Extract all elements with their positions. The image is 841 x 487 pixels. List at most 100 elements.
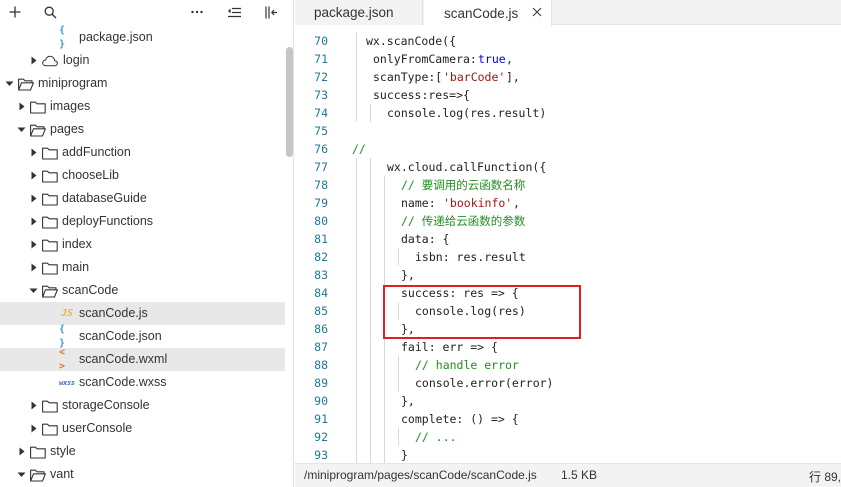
chevron-right-icon[interactable] xyxy=(17,447,26,456)
code-line[interactable]: 78 // 要调用的云函数名称 xyxy=(295,176,841,194)
chevron-right-icon[interactable] xyxy=(29,263,38,272)
indent-guide xyxy=(384,410,385,428)
indent-guide xyxy=(384,194,385,212)
explorer-scrollbar[interactable] xyxy=(286,47,293,157)
file-explorer: { } package.json login miniprogram images pag… xyxy=(0,0,294,487)
chevron-right-icon[interactable] xyxy=(17,102,26,111)
tree-item[interactable]: { } scanCode.json xyxy=(0,324,285,349)
chevron-down-icon[interactable] xyxy=(29,286,38,295)
indent-guide xyxy=(356,392,357,410)
sidebar-toggle-icon[interactable] xyxy=(262,3,280,21)
close-icon[interactable] xyxy=(531,6,543,18)
line-number: 84 xyxy=(314,286,328,300)
tree-item[interactable]: databaseGuide xyxy=(0,187,285,210)
tree-item-label: index xyxy=(62,237,92,251)
collapse-all-icon[interactable] xyxy=(225,3,243,21)
tab-scancode-js[interactable]: scanCode.js xyxy=(424,0,552,26)
code-comment: // 传递给云函数的参数 xyxy=(401,214,526,228)
folder-icon xyxy=(42,146,58,160)
code-line[interactable]: 92 // ... xyxy=(295,428,841,446)
indent-guide xyxy=(384,392,385,410)
indent-guide xyxy=(356,266,357,284)
plus-icon[interactable] xyxy=(6,3,24,21)
tab-package-json[interactable]: package.json xyxy=(295,0,423,25)
code-line[interactable]: 90}, xyxy=(295,392,841,410)
json-file-icon: { } xyxy=(59,324,66,349)
tree-item[interactable]: style xyxy=(0,440,285,463)
code-comment: // xyxy=(352,142,366,156)
indent-guide xyxy=(356,356,357,374)
code-line[interactable]: 81 data: { xyxy=(295,230,841,248)
indent-guide xyxy=(356,248,357,266)
tree-item[interactable]: vant xyxy=(0,463,285,486)
code-token: , xyxy=(506,52,513,66)
tree-item[interactable]: pages xyxy=(0,118,285,141)
tree-item[interactable]: storageConsole xyxy=(0,394,285,417)
chevron-down-icon[interactable] xyxy=(17,470,26,479)
indent-guide xyxy=(384,446,385,463)
chevron-right-icon[interactable] xyxy=(29,171,38,180)
tree-item[interactable]: deployFunctions xyxy=(0,210,285,233)
chevron-right-icon[interactable] xyxy=(29,217,38,226)
tree-item[interactable]: wxss scanCode.wxss xyxy=(0,371,285,394)
chevron-right-icon[interactable] xyxy=(29,240,38,249)
tree-item-label: scanCode.json xyxy=(79,329,162,343)
search-icon[interactable] xyxy=(41,3,59,21)
tree-item[interactable]: addFunction xyxy=(0,141,285,164)
line-number: 70 xyxy=(314,34,328,48)
annotation-highlight-box xyxy=(383,285,581,339)
code-line[interactable]: 82 isbn: res.result xyxy=(295,248,841,266)
chevron-right-icon[interactable] xyxy=(29,424,38,433)
tree-item[interactable]: { } package.json xyxy=(0,25,285,50)
code-line[interactable]: 73 success:res=>{ xyxy=(295,86,841,104)
tree-item[interactable]: chooseLib xyxy=(0,164,285,187)
chevron-right-icon[interactable] xyxy=(29,148,38,157)
code-token: wx.scanCode({ xyxy=(366,34,457,48)
tree-item[interactable]: main xyxy=(0,256,285,279)
wxss-file-icon: wxss xyxy=(59,379,75,387)
chevron-right-icon[interactable] xyxy=(29,56,38,65)
line-number: 90 xyxy=(314,394,328,408)
tree-item[interactable]: images xyxy=(0,95,285,118)
tree-item[interactable]: login xyxy=(0,49,285,72)
code-line[interactable]: 93} xyxy=(295,446,841,463)
code-line[interactable]: 72 scanType:['barCode'], xyxy=(295,68,841,86)
chevron-down-icon[interactable] xyxy=(17,125,26,134)
indent-guide xyxy=(356,428,357,446)
code-line[interactable]: 76 // xyxy=(295,140,841,158)
code-line[interactable]: 87 fail: err => { xyxy=(295,338,841,356)
tree-item[interactable]: userConsole xyxy=(0,417,285,440)
indent-guide xyxy=(356,50,357,68)
code-line[interactable]: 80 // 传递给云函数的参数 xyxy=(295,212,841,230)
code-line[interactable]: 77 wx.cloud.callFunction({ xyxy=(295,158,841,176)
tree-item[interactable]: index xyxy=(0,233,285,256)
indent-guide xyxy=(384,356,385,374)
line-number: 74 xyxy=(314,106,328,120)
code-line[interactable]: 89 console.error(error) xyxy=(295,374,841,392)
folder-open-icon xyxy=(42,284,58,298)
code-line[interactable]: 91 complete: () => { xyxy=(295,410,841,428)
chevron-right-icon[interactable] xyxy=(29,194,38,203)
indent-guide xyxy=(356,302,357,320)
code-line[interactable]: 70 wx.scanCode({ xyxy=(295,32,841,50)
tree-item[interactable]: < > scanCode.wxml xyxy=(0,347,285,372)
tree-item[interactable]: JS scanCode.js xyxy=(0,302,285,325)
tree-item[interactable]: scanCode xyxy=(0,279,285,302)
code-line[interactable]: 71 onlyFromCamera: true, xyxy=(295,50,841,68)
indent-guide xyxy=(370,212,371,230)
code-line[interactable]: 88 // handle error xyxy=(295,356,841,374)
chevron-down-icon[interactable] xyxy=(5,79,14,88)
tree-item[interactable]: miniprogram xyxy=(0,72,285,95)
tree-item-label: scanCode.wxml xyxy=(79,352,168,366)
code-line[interactable]: 79 name: 'bookinfo', xyxy=(295,194,841,212)
indent-guide xyxy=(398,356,399,374)
ellipsis-icon[interactable] xyxy=(188,3,206,21)
indent-guide xyxy=(356,104,357,122)
code-line[interactable]: 83}, xyxy=(295,266,841,284)
code-line[interactable]: 74 console.log(res.result) xyxy=(295,104,841,122)
chevron-right-icon[interactable] xyxy=(29,401,38,410)
code-line[interactable]: 75 xyxy=(295,122,841,140)
code-token: , xyxy=(513,196,520,210)
code-area[interactable]: 70 wx.scanCode({ 71 onlyFromCamera: true, 72 s… xyxy=(295,25,841,463)
tree-item-label: pages xyxy=(50,122,85,136)
